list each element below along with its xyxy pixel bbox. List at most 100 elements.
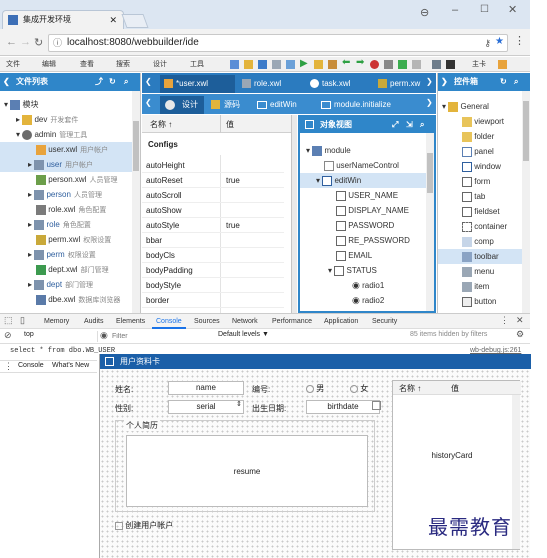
control-button[interactable]: button: [438, 294, 496, 309]
control-form[interactable]: form: [438, 174, 490, 189]
browser-tab[interactable]: 集成开发环境 ✕: [2, 10, 124, 29]
prop-row-autoshow[interactable]: autoShow: [142, 203, 284, 218]
inspect-icon[interactable]: ⬚: [4, 315, 13, 326]
drawer-tab-whats-new[interactable]: What's New: [52, 362, 89, 369]
eye-icon[interactable]: ◉: [100, 330, 108, 341]
window-icon[interactable]: [432, 60, 441, 69]
menu-design[interactable]: 设计: [153, 57, 167, 72]
devtab-application[interactable]: Application: [320, 314, 362, 329]
maximize-icon[interactable]: ☐: [480, 4, 489, 15]
control-toolbar[interactable]: toolbar: [438, 249, 522, 264]
deploy-icon[interactable]: [398, 60, 407, 69]
tree-item-user[interactable]: ▸ user 用户帐户: [0, 157, 132, 172]
control-group-general[interactable]: ▾ General: [438, 99, 489, 114]
prop-row-autostyle[interactable]: autoStyle true: [142, 218, 284, 233]
tree-item-role[interactable]: ▸ role 角色配置: [0, 217, 91, 232]
scrollbar-thumb[interactable]: [523, 101, 529, 161]
devtab-network[interactable]: Network: [228, 314, 262, 329]
reload-icon[interactable]: ↻: [34, 36, 43, 49]
object-view-scrollbar[interactable]: [426, 133, 434, 311]
tree-item-user-xwl[interactable]: user.xwl 用户帐户: [0, 142, 132, 157]
search-icon[interactable]: ⌕: [420, 117, 424, 133]
spinner-icon[interactable]: ⇕: [236, 400, 242, 408]
new-file-icon[interactable]: [230, 60, 239, 69]
prop-row-border[interactable]: border: [142, 293, 284, 308]
control-window[interactable]: window: [438, 159, 501, 174]
menu-search[interactable]: 搜索: [116, 57, 130, 72]
control-container[interactable]: container: [438, 219, 507, 234]
control-tab[interactable]: tab: [438, 189, 485, 204]
tree-item-admin[interactable]: ▾ admin 管理工具: [0, 127, 87, 142]
resume-textarea[interactable]: resume: [126, 435, 368, 507]
back-icon[interactable]: ←: [6, 36, 17, 48]
name-field[interactable]: name: [168, 381, 244, 395]
tree-item-dept[interactable]: ▸ dept 部门管理: [0, 277, 93, 292]
prop-row-autoheight[interactable]: autoHeight: [142, 158, 284, 173]
tree-item-dept-xwl[interactable]: dept.xwl 部门管理: [0, 262, 109, 277]
history-col-name[interactable]: 名称 ↑: [399, 383, 421, 394]
configs-group-label[interactable]: Configs: [148, 140, 178, 149]
run-icon[interactable]: ▶: [300, 58, 308, 69]
up-icon[interactable]: ⤴: [95, 73, 103, 91]
column-name-header[interactable]: 名称 ↑: [150, 119, 172, 130]
prop-row-bodystyle[interactable]: bodyStyle: [142, 278, 284, 293]
tab-perm-xwl[interactable]: perm.xw: [374, 75, 428, 93]
male-radio[interactable]: 男: [306, 383, 324, 394]
refresh-icon[interactable]: ↻: [500, 73, 507, 91]
prop-row-autoreset[interactable]: autoReset true: [142, 173, 284, 188]
birthdate-field[interactable]: birthdate: [306, 400, 380, 414]
object-item-status[interactable]: ▾ STATUS: [300, 263, 377, 278]
tree-item-dev[interactable]: ▸ dev 开发套件: [0, 112, 78, 127]
control-panel[interactable]: panel: [438, 144, 494, 159]
devtab-elements[interactable]: Elements: [112, 314, 149, 329]
debug-icon[interactable]: [370, 60, 379, 69]
menu-main[interactable]: 主卡: [472, 57, 486, 72]
layout-icon[interactable]: [412, 60, 421, 69]
devtab-console[interactable]: Console: [152, 314, 186, 329]
expand-icon[interactable]: ⤢: [392, 117, 398, 133]
object-item-password[interactable]: PASSWORD: [300, 218, 394, 233]
folder-icon[interactable]: [314, 60, 323, 69]
terminal-icon[interactable]: [446, 60, 455, 69]
object-item-email[interactable]: EMAIL: [300, 248, 372, 263]
control-fieldset[interactable]: fieldset: [438, 204, 500, 219]
tree-item-module[interactable]: ▾ 模块: [0, 97, 38, 112]
drawer-tab-console[interactable]: Console: [18, 362, 44, 369]
tab-design[interactable]: 设计: [160, 96, 204, 114]
column-value-header[interactable]: 值: [226, 119, 234, 130]
prop-row-autoscroll[interactable]: autoScroll: [142, 188, 284, 203]
drawer-menu-icon[interactable]: ⋮: [4, 361, 13, 372]
object-item-user-name[interactable]: USER_NAME: [300, 188, 398, 203]
close-window-icon[interactable]: ✕: [508, 3, 517, 16]
control-item[interactable]: item: [438, 279, 489, 294]
devtab-performance[interactable]: Performance: [268, 314, 316, 329]
bookmark-star-icon[interactable]: ★: [495, 34, 504, 50]
object-item-usernamecontrol[interactable]: userNameControl: [300, 158, 399, 173]
tree-item-role-xwl[interactable]: role.xwl 角色配置: [0, 202, 106, 217]
collapse-right-icon[interactable]: ❯: [441, 73, 448, 91]
object-item-radio2[interactable]: ◉ radio2: [300, 293, 384, 308]
save-all-icon[interactable]: [272, 60, 281, 69]
control-comp[interactable]: comp: [438, 234, 494, 249]
tab-task-xwl[interactable]: task.xwl: [306, 75, 372, 93]
build-icon[interactable]: [328, 60, 337, 69]
menu-tools[interactable]: 工具: [190, 57, 204, 72]
menu-edit[interactable]: 编辑: [42, 57, 56, 72]
tree-item-person[interactable]: ▸ person 人员管理: [0, 187, 102, 202]
tree-item-perm[interactable]: ▸ perm 权限设置: [0, 247, 96, 262]
splitter[interactable]: [292, 115, 297, 313]
console-filter-input[interactable]: [112, 331, 212, 342]
control-menu[interactable]: menu: [438, 264, 494, 279]
log-levels-select[interactable]: Default levels ▼: [218, 331, 269, 338]
tab-module-initialize[interactable]: module.initialize: [318, 96, 422, 114]
arrow-right-icon[interactable]: ➡: [356, 57, 364, 68]
scrollbar-thumb[interactable]: [133, 121, 139, 171]
close-tab-icon[interactable]: ✕: [109, 11, 117, 29]
clear-console-icon[interactable]: ⊘: [4, 330, 12, 341]
calendar-icon[interactable]: [372, 401, 381, 410]
more-icon[interactable]: ⋮: [500, 315, 509, 326]
control-viewport[interactable]: viewport: [438, 114, 504, 129]
user-icon[interactable]: [498, 60, 507, 69]
tab-user-xwl[interactable]: *user.xwl: [160, 75, 235, 93]
tree-item-perm-xwl[interactable]: perm.xwl 权限设置: [0, 232, 111, 247]
